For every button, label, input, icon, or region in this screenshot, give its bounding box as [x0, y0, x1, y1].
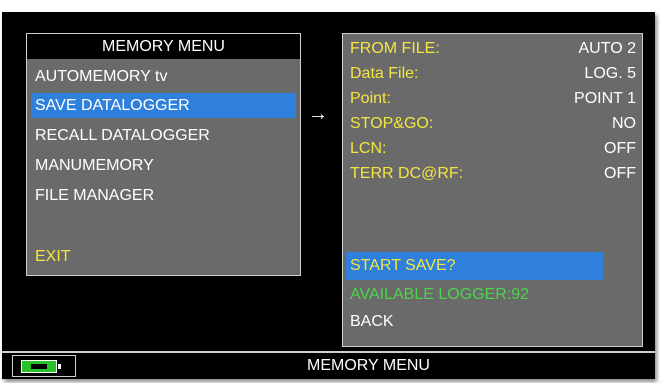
field-value: AUTO 2: [578, 40, 637, 57]
menu-item-exit[interactable]: EXIT: [31, 244, 296, 269]
menu-item-save-datalogger[interactable]: SAVE DATALOGGER: [31, 93, 296, 118]
field-label: TERR DC@RF:: [350, 165, 464, 182]
menu-item-recall-datalogger[interactable]: RECALL DATALOGGER: [31, 123, 296, 148]
field-label: Data File:: [350, 65, 419, 82]
field-value: POINT 1: [574, 90, 636, 107]
menu-item-file-manager[interactable]: FILE MANAGER: [31, 183, 296, 208]
back-button[interactable]: BACK: [346, 308, 394, 336]
field-label: Point:: [350, 90, 391, 107]
field-value: LOG. 5: [584, 65, 636, 82]
field-terr-dc-rf[interactable]: TERR DC@RF: OFF: [350, 162, 636, 186]
start-save-button[interactable]: START SAVE?: [346, 252, 603, 280]
field-value: OFF: [604, 165, 636, 182]
save-datalogger-panel: FROM FILE: AUTO 2 Data File: LOG. 5 Poin…: [342, 33, 643, 347]
field-label: FROM FILE:: [350, 40, 440, 57]
menu-item-automemory-tv[interactable]: AUTOMEMORY tv: [31, 64, 296, 89]
field-stop-go[interactable]: STOP&GO: NO: [350, 112, 636, 136]
battery-indicator: [12, 355, 76, 377]
field-label: STOP&GO:: [350, 115, 434, 132]
available-logger-status: AVAILABLE LOGGER:92: [350, 286, 530, 303]
menu-item-manumemory[interactable]: MANUMEMORY: [31, 153, 296, 178]
field-value: OFF: [604, 140, 636, 157]
field-data-file[interactable]: Data File: LOG. 5: [350, 62, 636, 86]
status-bar-title: MEMORY MENU: [307, 357, 430, 374]
field-from-file[interactable]: FROM FILE: AUTO 2: [350, 37, 636, 61]
field-point[interactable]: Point: POINT 1: [350, 87, 636, 111]
field-value: NO: [612, 115, 636, 132]
device-screen: MEMORY MENU AUTOMEMORY tv SAVE DATALOGGE…: [2, 12, 655, 379]
field-label: LCN:: [350, 140, 387, 157]
right-arrow-icon: →: [308, 103, 328, 125]
status-bar: MEMORY MENU: [2, 351, 655, 379]
field-lcn[interactable]: LCN: OFF: [350, 137, 636, 161]
menu-title: MEMORY MENU: [27, 34, 300, 59]
battery-charging-icon: [21, 360, 61, 373]
memory-menu-panel: MEMORY MENU AUTOMEMORY tv SAVE DATALOGGE…: [26, 33, 301, 276]
charging-bolt: [31, 364, 47, 369]
